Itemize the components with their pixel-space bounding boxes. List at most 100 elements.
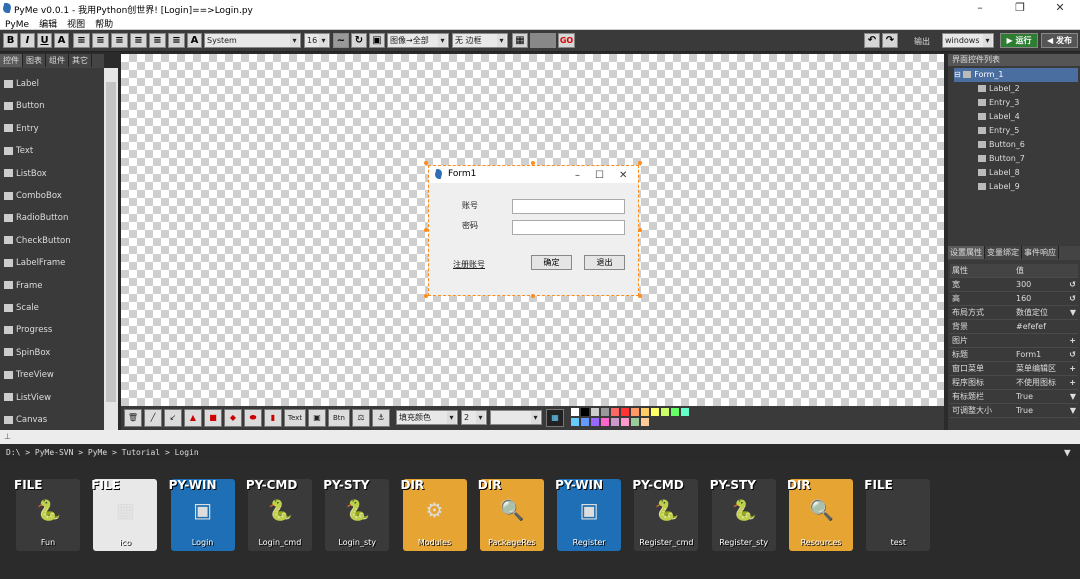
splitter[interactable]: ⊥: [0, 430, 1080, 444]
ok-button[interactable]: 确定: [531, 255, 572, 270]
border-select[interactable]: 无 边框: [452, 33, 508, 48]
property-value[interactable]: 不使用图标: [1016, 376, 1056, 390]
go-button[interactable]: GO: [558, 33, 575, 48]
tab-components[interactable]: 组件: [46, 54, 69, 67]
file-item-test[interactable]: FILE test: [864, 478, 931, 551]
property-row[interactable]: 宽 300 ↺: [950, 278, 1078, 292]
account-entry[interactable]: [512, 199, 625, 214]
align-right-icon[interactable]: ≡: [111, 33, 128, 48]
color-swatch[interactable]: [591, 408, 599, 416]
password-entry[interactable]: [512, 220, 625, 235]
color-grid-icon[interactable]: ▦: [546, 409, 564, 427]
property-action-icon[interactable]: ▼: [1070, 306, 1076, 320]
widget-item-text[interactable]: Text: [4, 143, 33, 159]
tree-node-form_1[interactable]: ⊟ Form_1: [954, 68, 1078, 82]
property-value[interactable]: Form1: [1016, 348, 1041, 362]
file-item-login_cmd[interactable]: PY-CMD 🐍 Login_cmd: [246, 478, 312, 551]
bold-button[interactable]: B: [3, 33, 18, 48]
menu-edit[interactable]: 编辑: [34, 16, 62, 31]
abc-icon[interactable]: ~: [333, 33, 349, 48]
property-value[interactable]: True: [1016, 404, 1033, 418]
widget-item-button[interactable]: Button: [4, 98, 44, 114]
register-link[interactable]: 注册账号: [453, 259, 485, 270]
color-swatch[interactable]: [601, 418, 609, 426]
anchor-tool-icon[interactable]: ⚓: [372, 409, 390, 427]
undo-icon[interactable]: ↶: [864, 33, 880, 48]
property-row[interactable]: 图片 +: [950, 334, 1078, 348]
form-maximize-icon[interactable]: ☐: [595, 167, 604, 184]
file-item-resources[interactable]: DIR 🔍 Resources: [787, 478, 853, 551]
property-action-icon[interactable]: ▼: [1070, 404, 1076, 418]
trash-icon[interactable]: 🗑: [124, 409, 142, 427]
tree-node-label_2[interactable]: Label_2: [978, 82, 1068, 96]
align-middle-icon[interactable]: ≡: [149, 33, 166, 48]
tab-properties[interactable]: 设置属性: [948, 246, 985, 259]
property-row[interactable]: 有标题栏 True ▼: [950, 390, 1078, 404]
color-swatch[interactable]: [581, 418, 589, 426]
cylinder-icon[interactable]: ▮: [264, 409, 282, 427]
grid-icon[interactable]: ▦: [512, 33, 528, 48]
rotate-icon[interactable]: ↻: [351, 33, 367, 48]
image-mode-select[interactable]: 图像→全部: [387, 33, 449, 48]
run-button[interactable]: ▶ 运行: [1000, 33, 1038, 48]
widget-item-listbox[interactable]: ListBox: [4, 166, 47, 182]
property-value[interactable]: True: [1016, 390, 1033, 404]
color-swatch[interactable]: [571, 418, 579, 426]
color-swatch[interactable]: [631, 408, 639, 416]
color-swatch[interactable]: [671, 408, 679, 416]
resize-handle-nw[interactable]: [424, 161, 428, 165]
tree-node-label_9[interactable]: Label_9: [978, 180, 1068, 194]
minimize-button[interactable]: –: [960, 0, 1000, 16]
color-swatch[interactable]: [611, 408, 619, 416]
resize-handle-w[interactable]: [424, 228, 428, 232]
color-swatch[interactable]: [641, 418, 649, 426]
line-icon[interactable]: ╱: [144, 409, 162, 427]
resize-handle-s[interactable]: [531, 294, 535, 298]
color-swatch[interactable]: [571, 408, 579, 416]
align-bottom-icon[interactable]: ≡: [168, 33, 185, 48]
property-action-icon[interactable]: +: [1069, 376, 1076, 390]
widget-item-frame[interactable]: Frame: [4, 278, 42, 294]
widget-item-labelframe[interactable]: LabelFrame: [4, 255, 65, 271]
line-width-select[interactable]: 2: [461, 410, 487, 425]
image-icon[interactable]: ▣: [369, 33, 385, 48]
color-swatch[interactable]: [601, 408, 609, 416]
file-item-fun[interactable]: FILE 🐍 Fun: [14, 478, 80, 551]
platform-select[interactable]: windows: [942, 33, 994, 48]
property-row[interactable]: 背景 #efefef: [950, 320, 1078, 334]
form-minimize-icon[interactable]: –: [575, 167, 580, 184]
tree-node-label_4[interactable]: Label_4: [978, 110, 1068, 124]
resize-handle-e[interactable]: [638, 228, 642, 232]
property-action-icon[interactable]: ▼: [1070, 390, 1076, 404]
property-row[interactable]: 高 160 ↺: [950, 292, 1078, 306]
arrow-icon[interactable]: ↙: [164, 409, 182, 427]
property-value[interactable]: #efefef: [1016, 320, 1046, 334]
text-color-icon[interactable]: A: [187, 33, 202, 48]
image-tool-icon[interactable]: ▣: [308, 409, 326, 427]
form-close-icon[interactable]: ✕: [619, 167, 627, 184]
widget-palette-scrollbar[interactable]: [104, 68, 118, 430]
property-value[interactable]: 菜单编辑区: [1016, 362, 1056, 376]
color-swatch[interactable]: [591, 418, 599, 426]
property-value[interactable]: 160: [1016, 292, 1031, 306]
collapse-triangle-icon[interactable]: ▼: [1064, 444, 1071, 461]
resize-handle-se[interactable]: [638, 294, 642, 298]
property-row[interactable]: 布局方式 数值定位 ▼: [950, 306, 1078, 320]
menu-help[interactable]: 帮助: [90, 16, 118, 31]
close-button[interactable]: ✕: [1040, 0, 1080, 16]
widget-item-combobox[interactable]: ComboBox: [4, 188, 62, 204]
file-item-register_cmd[interactable]: PY-CMD 🐍 Register_cmd: [632, 478, 699, 551]
expand-icon[interactable]: ⊟: [954, 70, 963, 79]
tree-node-button_7[interactable]: Button_7: [978, 152, 1068, 166]
property-value[interactable]: 数值定位: [1016, 306, 1048, 320]
align-top-icon[interactable]: ≡: [130, 33, 147, 48]
tree-node-button_6[interactable]: Button_6: [978, 138, 1068, 152]
color-swatch[interactable]: [621, 418, 629, 426]
file-item-login[interactable]: PY-WIN ▣ Login: [169, 478, 235, 551]
widget-item-checkbutton[interactable]: CheckButton: [4, 233, 71, 249]
align-center-icon[interactable]: ≡: [92, 33, 109, 48]
file-item-modules[interactable]: DIR ⚙ Modules: [401, 478, 467, 551]
property-action-icon[interactable]: ↺: [1069, 348, 1076, 362]
widget-item-canvas[interactable]: Canvas: [4, 412, 47, 428]
file-item-register[interactable]: PY-WIN ▣ Register: [555, 478, 622, 551]
